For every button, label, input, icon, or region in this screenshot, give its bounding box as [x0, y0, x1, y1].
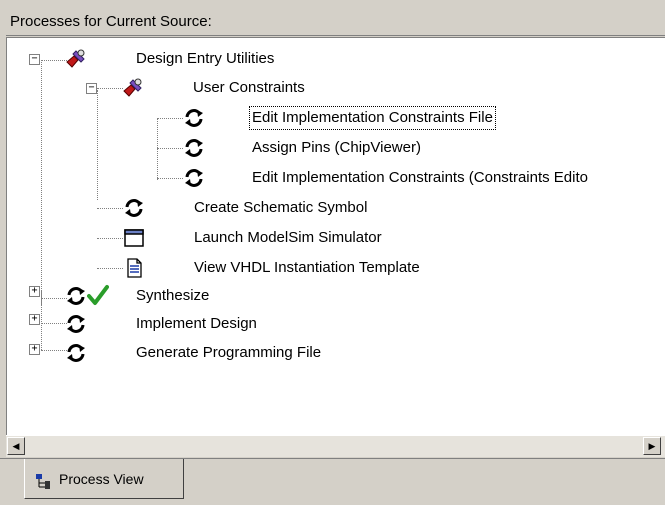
scroll-left-button[interactable]: ◀: [7, 437, 25, 455]
tree-item-launch-modelsim-simulator[interactable]: Launch ModelSim Simulator: [194, 227, 382, 249]
expand-toggle-generate-programming[interactable]: +: [29, 344, 40, 355]
tree-line: [41, 323, 67, 324]
process-refresh-icon: [185, 169, 203, 187]
process-refresh-icon: [67, 344, 85, 362]
horizontal-scrollbar[interactable]: ◀ ▶: [6, 435, 665, 457]
tree-line: [41, 60, 42, 305]
tree-line: [157, 148, 183, 149]
tree-line: [41, 298, 67, 299]
tree-line: [41, 60, 67, 61]
tree-line: [41, 290, 42, 350]
process-refresh-icon: [67, 315, 85, 333]
panel-title: Processes for Current Source:: [6, 4, 665, 36]
tree-line: [157, 118, 158, 180]
tab-bar: Process View: [0, 458, 665, 505]
document-icon: [127, 258, 142, 278]
process-tree-panel[interactable]: − − + + + Design Entry Utilities User Co…: [6, 37, 665, 435]
tree-line: [97, 238, 123, 239]
tree-item-create-schematic-symbol[interactable]: Create Schematic Symbol: [194, 197, 367, 219]
tree-item-edit-implementation-constraints-editor[interactable]: Edit Implementation Constraints (Constra…: [252, 167, 588, 189]
tree-line: [157, 118, 183, 119]
tools-icon: [66, 49, 85, 68]
tree-line: [97, 268, 123, 269]
tree-line: [157, 178, 183, 179]
tab-process-view[interactable]: Process View: [24, 459, 184, 499]
green-checkmark-icon: [87, 285, 109, 305]
process-view-icon: [36, 474, 50, 489]
tree-line: [97, 208, 123, 209]
expand-toggle-implement-design[interactable]: +: [29, 314, 40, 325]
process-tree[interactable]: − − + + + Design Entry Utilities User Co…: [7, 38, 665, 435]
scroll-right-button[interactable]: ▶: [643, 437, 661, 455]
tab-process-view-label: Process View: [59, 471, 144, 487]
tree-line: [97, 88, 123, 89]
tree-item-generate-programming-file[interactable]: Generate Programming File: [136, 342, 321, 364]
process-refresh-icon: [125, 199, 143, 217]
window-icon: [124, 229, 144, 247]
tree-item-synthesize[interactable]: Synthesize: [136, 285, 209, 307]
tree-item-design-entry-utilities[interactable]: Design Entry Utilities: [136, 48, 274, 70]
tree-line: [97, 90, 98, 200]
process-refresh-icon: [185, 139, 203, 157]
process-refresh-icon: [67, 287, 85, 305]
tree-item-assign-pins[interactable]: Assign Pins (ChipViewer): [252, 137, 421, 159]
tree-item-user-constraints[interactable]: User Constraints: [193, 77, 305, 99]
tools-icon: [123, 78, 142, 97]
expand-toggle-synthesize[interactable]: +: [29, 286, 40, 297]
process-refresh-icon: [185, 109, 203, 127]
expand-toggle-user-constraints[interactable]: −: [86, 83, 97, 94]
tree-line: [41, 350, 67, 351]
tree-item-implement-design[interactable]: Implement Design: [136, 313, 257, 335]
tree-item-edit-implementation-constraints-file[interactable]: Edit Implementation Constraints File: [249, 106, 496, 130]
expand-toggle-design-entry[interactable]: −: [29, 54, 40, 65]
tree-item-view-vhdl-instantiation-template[interactable]: View VHDL Instantiation Template: [194, 257, 420, 279]
